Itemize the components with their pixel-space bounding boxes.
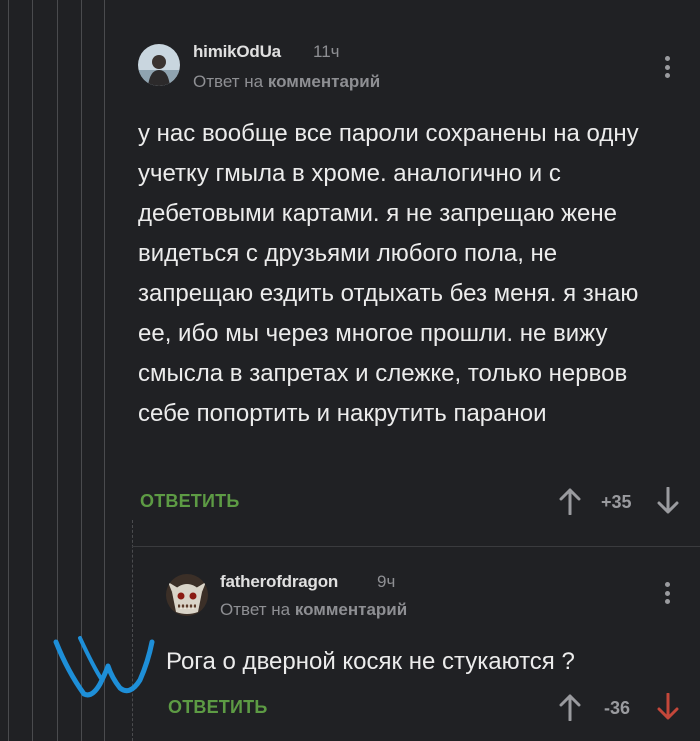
score: +35 xyxy=(601,492,632,512)
more-options-icon[interactable] xyxy=(662,56,672,82)
timestamp: 11ч xyxy=(313,42,340,61)
thread-line-1 xyxy=(8,0,9,741)
thread-line-3 xyxy=(57,0,58,741)
thread-line-6 xyxy=(132,520,134,741)
more-options-icon[interactable] xyxy=(662,582,672,608)
upvote-icon[interactable] xyxy=(559,487,581,516)
reply-to-link[interactable]: комментарий xyxy=(268,72,380,91)
score: -36 xyxy=(604,698,631,718)
reply-to-label: Ответ на комментарий xyxy=(193,72,380,92)
avatar[interactable] xyxy=(138,44,180,86)
timestamp: 9ч xyxy=(377,572,396,591)
comment-body: у нас вообще все пароли сохранены на одн… xyxy=(138,120,639,427)
comment-body: Рога о дверной косяк не стукаются ? xyxy=(166,648,575,675)
handwritten-annotation xyxy=(50,632,160,704)
upvote-icon[interactable] xyxy=(559,693,581,722)
reply-to-prefix: Ответ на xyxy=(193,72,264,91)
downvote-icon[interactable] xyxy=(657,486,679,515)
reply-button[interactable]: ОТВЕТИТЬ xyxy=(168,697,267,718)
downvote-icon-active[interactable] xyxy=(657,692,679,721)
reply-to-link[interactable]: комментарий xyxy=(295,600,407,619)
reply-to-prefix: Ответ на xyxy=(220,600,291,619)
reply-to-label: Ответ на комментарий xyxy=(220,600,407,620)
thread-line-4 xyxy=(81,0,82,741)
divider xyxy=(132,546,700,547)
username[interactable]: fatherofdragon xyxy=(220,572,338,592)
username[interactable]: himikOdUa xyxy=(193,42,281,62)
reply-button[interactable]: ОТВЕТИТЬ xyxy=(140,491,239,512)
thread-line-2 xyxy=(32,0,33,741)
avatar[interactable] xyxy=(166,574,208,616)
thread-line-5 xyxy=(104,0,105,741)
